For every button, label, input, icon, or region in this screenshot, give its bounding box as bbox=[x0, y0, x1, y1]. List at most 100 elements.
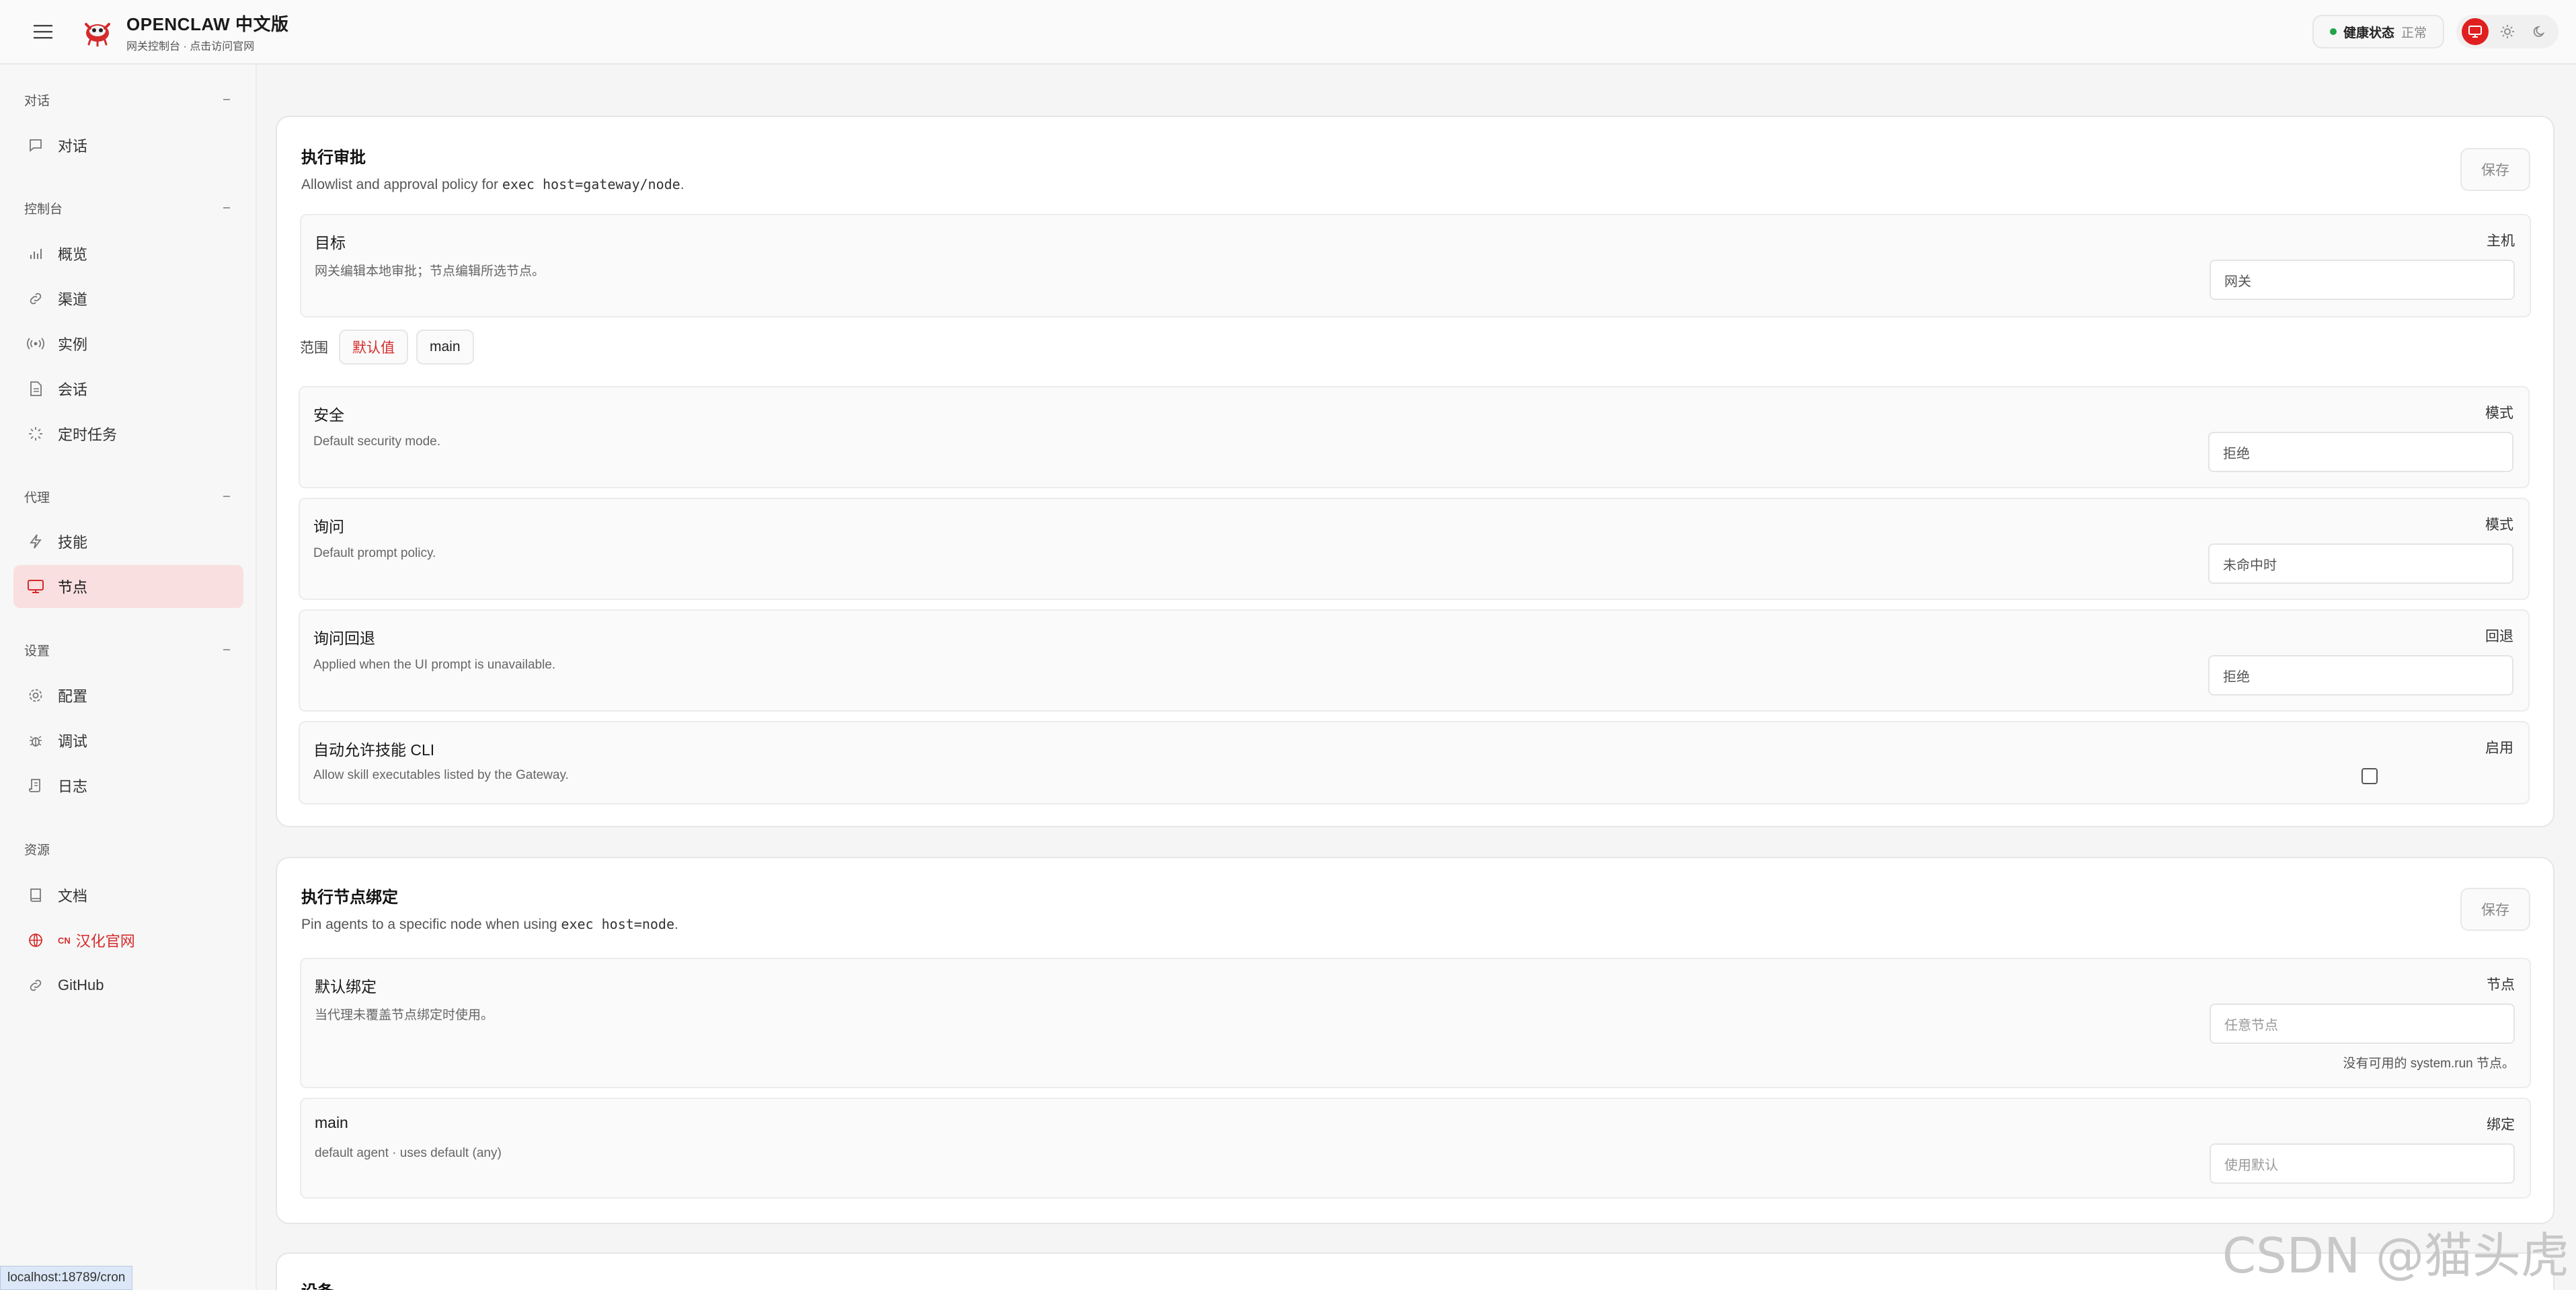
sidebar-item-label: 日志 bbox=[58, 778, 88, 795]
globe-icon bbox=[27, 932, 44, 949]
sidebar-item-label: 实例 bbox=[58, 336, 88, 353]
row-title: 询问回退 bbox=[313, 630, 375, 647]
scroll-text-icon bbox=[27, 777, 44, 794]
section-resources-label: 资源 bbox=[24, 843, 50, 858]
sidebar-item-sessions[interactable]: 会话 bbox=[13, 367, 243, 410]
menu-icon[interactable] bbox=[23, 11, 63, 52]
section-chat[interactable]: 对话 bbox=[0, 86, 257, 113]
desc-suffix: . bbox=[680, 177, 685, 192]
card-title: 设备 bbox=[301, 1278, 334, 1290]
ask-fallback-row: 询问回退 Applied when the UI prompt is unava… bbox=[299, 609, 2530, 712]
radio-broadcast-icon bbox=[27, 335, 44, 352]
host-select[interactable]: 网关 bbox=[2210, 260, 2515, 300]
loader-icon bbox=[27, 425, 44, 443]
section-chat-label: 对话 bbox=[24, 93, 50, 108]
moon-icon[interactable] bbox=[2526, 18, 2553, 45]
top-bar: OPENCLAW 中文版 网关控制台 · 点击访问官网 健康状态 正常 bbox=[0, 0, 2576, 65]
desc-suffix: . bbox=[674, 917, 678, 932]
sidebar-item-docs[interactable]: 文档 bbox=[13, 874, 243, 917]
lightning-icon bbox=[27, 533, 44, 550]
lobster-logo-icon[interactable] bbox=[81, 15, 114, 48]
collapse-icon[interactable] bbox=[223, 649, 230, 650]
sidebar-item-overview[interactable]: 概览 bbox=[13, 232, 243, 275]
scope-label: 范围 bbox=[300, 340, 328, 356]
health-status: 健康状态 正常 bbox=[2312, 15, 2444, 48]
sidebar-item-label: 概览 bbox=[58, 246, 88, 263]
row-label: 模式 bbox=[2485, 517, 2513, 533]
row-title: 自动允许技能 CLI bbox=[313, 741, 435, 759]
scope-chip-main[interactable]: main bbox=[416, 330, 474, 365]
default-binding-row: 默认绑定 当代理未覆盖节点绑定时使用。 节点 任意节点 没有可用的 system… bbox=[300, 958, 2531, 1088]
section-control-label: 控制台 bbox=[24, 202, 63, 217]
sidebar-item-config[interactable]: 配置 bbox=[13, 674, 243, 717]
save-button[interactable]: 保存 bbox=[2460, 888, 2530, 931]
section-agent[interactable]: 代理 bbox=[0, 483, 257, 510]
sidebar-item-label: GitHub bbox=[58, 977, 104, 993]
sidebar-item-debug[interactable]: 调试 bbox=[13, 719, 243, 762]
row-description: default agent · uses default (any) bbox=[315, 1146, 502, 1160]
sidebar-item-instances[interactable]: 实例 bbox=[13, 322, 243, 365]
sidebar-item-cn-site[interactable]: CN 汉化官网 bbox=[13, 919, 243, 962]
collapse-icon[interactable] bbox=[223, 207, 230, 208]
cn-tag: CN bbox=[58, 935, 71, 946]
brand-subtitle: 网关控制台 · 点击访问官网 bbox=[126, 40, 255, 52]
scope-chip-default[interactable]: 默认值 bbox=[339, 330, 408, 365]
section-settings[interactable]: 设置 bbox=[0, 636, 257, 663]
chat-bubble-icon bbox=[27, 137, 44, 154]
sidebar-item-github[interactable]: GitHub bbox=[13, 964, 243, 1007]
brand[interactable]: OPENCLAW 中文版 网关控制台 · 点击访问官网 bbox=[126, 11, 288, 53]
collapse-icon[interactable] bbox=[223, 99, 230, 100]
watermark: CSDN @猫头虎 bbox=[2222, 1227, 2569, 1284]
ask-mode-select[interactable]: 未命中时 bbox=[2208, 543, 2513, 584]
sidebar-item-skills[interactable]: 技能 bbox=[13, 520, 243, 563]
row-description: 网关编辑本地审批；节点编辑所选节点。 bbox=[315, 264, 545, 278]
row-title: 安全 bbox=[313, 406, 344, 424]
section-agent-label: 代理 bbox=[24, 490, 50, 505]
health-dot-icon bbox=[2329, 28, 2337, 35]
link-icon bbox=[27, 977, 44, 994]
no-node-note: 没有可用的 system.run 节点。 bbox=[2343, 1057, 2515, 1071]
section-control[interactable]: 控制台 bbox=[0, 194, 257, 221]
theme-switcher bbox=[2456, 15, 2559, 48]
book-icon bbox=[27, 886, 44, 904]
row-label: 模式 bbox=[2485, 406, 2513, 421]
ask-fallback-select[interactable]: 拒绝 bbox=[2208, 655, 2513, 695]
sidebar: 对话 对话 控制台 概览 渠道 实例 会话 定时任务 代理 技能 节点 设置 配… bbox=[0, 65, 257, 1290]
monitor-theme-icon[interactable] bbox=[2462, 18, 2489, 45]
desc-text: Pin agents to a specific node when using bbox=[301, 917, 561, 932]
row-label: 节点 bbox=[2487, 977, 2515, 993]
row-label: 主机 bbox=[2487, 233, 2515, 249]
sidebar-item-label: 对话 bbox=[58, 138, 88, 155]
sidebar-item-cron[interactable]: 定时任务 bbox=[13, 412, 243, 455]
auto-allow-row: 自动允许技能 CLI Allow skill executables liste… bbox=[299, 721, 2530, 804]
row-title: main bbox=[315, 1114, 348, 1131]
sidebar-item-nodes[interactable]: 节点 bbox=[13, 565, 243, 608]
row-description: Default prompt policy. bbox=[313, 546, 436, 560]
security-mode-select[interactable]: 拒绝 bbox=[2208, 432, 2513, 472]
sidebar-item-channels[interactable]: 渠道 bbox=[13, 277, 243, 320]
save-button[interactable]: 保存 bbox=[2460, 148, 2530, 191]
ask-row: 询问 Default prompt policy. 模式 未命中时 bbox=[299, 498, 2530, 600]
bar-chart-icon bbox=[27, 245, 44, 262]
exec-binding-card: 执行节点绑定 Pin agents to a specific node whe… bbox=[276, 857, 2554, 1224]
main-node-select[interactable]: 使用默认 bbox=[2210, 1143, 2515, 1184]
sidebar-item-label: 调试 bbox=[58, 733, 88, 750]
card-title: 执行审批 bbox=[301, 149, 366, 167]
sun-icon[interactable] bbox=[2494, 18, 2521, 45]
default-node-select[interactable]: 任意节点 bbox=[2210, 1003, 2515, 1044]
health-value: 正常 bbox=[2401, 26, 2427, 40]
desc-text: Allowlist and approval policy for bbox=[301, 177, 502, 192]
sidebar-item-label: 节点 bbox=[58, 579, 88, 596]
document-icon bbox=[27, 380, 44, 397]
sidebar-item-logs[interactable]: 日志 bbox=[13, 764, 243, 807]
sidebar-item-chat[interactable]: 对话 bbox=[13, 124, 243, 167]
bug-icon bbox=[27, 732, 44, 749]
row-label: 启用 bbox=[2485, 741, 2513, 756]
collapse-icon[interactable] bbox=[223, 496, 230, 497]
gear-icon bbox=[27, 687, 44, 704]
row-description: Allow skill executables listed by the Ga… bbox=[313, 768, 569, 782]
card-title: 执行节点绑定 bbox=[301, 888, 398, 907]
auto-allow-checkbox[interactable] bbox=[2362, 768, 2378, 784]
section-resources: 资源 bbox=[0, 835, 257, 862]
row-description: 当代理未覆盖节点绑定时使用。 bbox=[315, 1008, 494, 1022]
